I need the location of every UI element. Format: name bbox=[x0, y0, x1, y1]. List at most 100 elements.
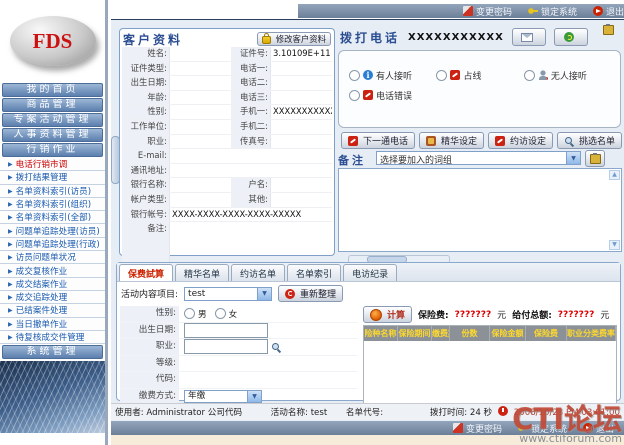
tab[interactable]: 电访纪录 bbox=[343, 264, 397, 281]
field-label: 年龄: bbox=[122, 91, 170, 105]
sidebar-item[interactable]: 名单资料索引(访员) bbox=[0, 185, 105, 198]
sidebar-item[interactable]: 我的首页 bbox=[2, 83, 103, 97]
dial-action-button[interactable]: 精华设定 bbox=[419, 132, 484, 149]
phrase-select[interactable]: 选择要加入的词组 bbox=[376, 151, 581, 165]
gender-label: 性别: bbox=[120, 306, 179, 322]
field-value: XXXX-XXXX-XXXX-XXXX-XXXXX bbox=[170, 208, 332, 222]
sidebar-item[interactable]: 待复核成交件管理 bbox=[0, 331, 105, 344]
radio-circle[interactable] bbox=[524, 70, 535, 81]
redial-button[interactable] bbox=[554, 28, 588, 46]
top-bar-link[interactable]: 退出 bbox=[593, 5, 624, 18]
call-result-option[interactable]: 无人接听 bbox=[524, 65, 611, 85]
message-button[interactable] bbox=[512, 28, 546, 46]
sidebar-item[interactable]: 名单资料索引(全部) bbox=[0, 211, 105, 224]
bottom-bar-link[interactable]: 退出 bbox=[583, 422, 614, 435]
chevron-down-icon[interactable] bbox=[257, 288, 271, 300]
tab-label: 精华名单 bbox=[184, 270, 220, 280]
dial-action-button[interactable]: 挑选名单 bbox=[557, 132, 622, 149]
call-result-option[interactable]: 有人接听 bbox=[349, 65, 436, 85]
bullet-icon bbox=[8, 172, 16, 182]
sidebar-item[interactable]: 已结案件处理 bbox=[0, 304, 105, 317]
sidebar-item[interactable]: 成交追踪处理 bbox=[0, 291, 105, 304]
tab[interactable]: 精华名单 bbox=[175, 264, 229, 281]
edit-customer-button[interactable]: 修改客户资料 bbox=[257, 32, 331, 46]
scroll-down-icon[interactable]: ▼ bbox=[609, 240, 620, 250]
key-icon bbox=[518, 423, 528, 433]
field-value bbox=[271, 62, 332, 76]
logo-oval: FDS bbox=[10, 16, 96, 66]
field-label: 证件类型: bbox=[122, 62, 170, 76]
dial-action-button[interactable]: 下一通电话 bbox=[341, 132, 415, 149]
sidebar-item[interactable]: 成交结案作业 bbox=[0, 278, 105, 291]
sidebar-item[interactable]: 访员问题单状况 bbox=[0, 251, 105, 264]
sidebar-item[interactable]: 行销作业 bbox=[2, 143, 103, 157]
sidebar-item[interactable]: 拨打结果管理 bbox=[0, 171, 105, 184]
pencil-icon bbox=[463, 6, 473, 16]
top-bar-link[interactable]: 锁定系统 bbox=[528, 5, 577, 18]
field-label: 电话三: bbox=[231, 91, 271, 105]
clipboard-icon[interactable] bbox=[603, 25, 614, 35]
sidebar-item[interactable]: 当日撤单作业 bbox=[0, 318, 105, 331]
user-value: Administrator 公司代码 bbox=[146, 408, 242, 418]
sidebar-item[interactable]: 问题单追踪处理(行政) bbox=[0, 238, 105, 251]
search-icon[interactable] bbox=[271, 342, 281, 352]
occupation-input[interactable] bbox=[184, 339, 268, 354]
sidebar-item-label: 访员问题单状况 bbox=[16, 251, 76, 263]
call-result-option[interactable]: 占线 bbox=[436, 65, 523, 85]
calculate-button[interactable]: 计算 bbox=[363, 306, 412, 323]
field-label: 姓名: bbox=[122, 47, 170, 61]
sidebar-item[interactable]: 专案活动管理 bbox=[2, 113, 103, 127]
field-label: 证件号: bbox=[231, 47, 271, 61]
scroll-up-icon[interactable]: ▲ bbox=[609, 170, 620, 180]
bullet-icon bbox=[8, 279, 16, 289]
sidebar-item[interactable]: 商品管理 bbox=[2, 98, 103, 112]
radio-circle[interactable] bbox=[436, 70, 447, 81]
star-icon bbox=[426, 136, 436, 146]
sidebar-item-label: 问题单追踪处理(访员) bbox=[16, 225, 100, 237]
sidebar-nav: 我的首页 商品管理 专案活动管理 人事资料管理 bbox=[0, 83, 105, 359]
call-result-option[interactable]: 电话错误 bbox=[349, 85, 436, 105]
app-window: 变更密码 锁定系统 退出 FDS 我的首页 bbox=[0, 0, 624, 445]
tab[interactable]: 保费試算 bbox=[119, 264, 173, 281]
field-label: E-mail: bbox=[122, 149, 170, 163]
top-bar-link[interactable]: 变更密码 bbox=[463, 5, 512, 18]
tab[interactable]: 约访名单 bbox=[231, 264, 285, 281]
chevron-down-icon[interactable] bbox=[247, 391, 261, 402]
birth-label: 出生日期: bbox=[120, 323, 179, 339]
bottom-bar-link[interactable]: 变更密码 bbox=[453, 422, 502, 435]
bullet-icon bbox=[8, 332, 16, 342]
tab[interactable]: 名单索引 bbox=[287, 264, 341, 281]
activity-select[interactable]: test bbox=[184, 287, 272, 301]
notes-textarea[interactable]: ▲ ▼ bbox=[338, 168, 622, 252]
bottom-bar-link[interactable]: 锁定系统 bbox=[518, 422, 567, 435]
refresh-button[interactable]: 重新整理 bbox=[278, 285, 343, 302]
pay-method-select[interactable]: 年缴 bbox=[184, 390, 262, 403]
dial-action-button[interactable]: 约访设定 bbox=[488, 132, 553, 149]
top-bar: 变更密码 锁定系统 退出 bbox=[298, 4, 624, 18]
redial-icon bbox=[564, 32, 574, 42]
sidebar-item[interactable]: 名单资料索引(组织) bbox=[0, 198, 105, 211]
radio-circle[interactable] bbox=[349, 90, 360, 101]
radio-circle[interactable] bbox=[349, 70, 360, 81]
sidebar-item[interactable]: 人事资料管理 bbox=[2, 128, 103, 142]
female-radio[interactable] bbox=[215, 308, 226, 319]
field-label: 工作单位: bbox=[122, 120, 170, 134]
male-radio[interactable] bbox=[184, 308, 195, 319]
bullet-icon bbox=[8, 319, 16, 329]
customer-info-panel: 客户资料 修改客户资料 姓名: 证件号: 3.10109E+11 证件类型: 电… bbox=[119, 28, 335, 256]
occupation-label: 职业: bbox=[120, 339, 179, 355]
phrase-add-button[interactable] bbox=[585, 150, 605, 167]
sidebar-item-label: 名单资料索引(组织) bbox=[16, 198, 91, 210]
chevron-down-icon[interactable] bbox=[566, 152, 580, 164]
customer-form-row: 帐户类型: 其他: bbox=[122, 193, 332, 208]
sidebar-item[interactable]: 电话行销市调 bbox=[0, 158, 105, 171]
top-bar-link-label: 退出 bbox=[606, 5, 624, 18]
sidebar-item[interactable]: 成交复核作业 bbox=[0, 264, 105, 277]
birth-input[interactable] bbox=[184, 323, 268, 338]
customer-form-row: 姓名: 证件号: 3.10109E+11 bbox=[122, 47, 332, 62]
bullet-icon bbox=[8, 252, 16, 262]
sidebar-item[interactable]: 问题单追踪处理(访员) bbox=[0, 224, 105, 237]
table-header-cell: 保险金额 bbox=[490, 326, 526, 341]
sidebar-item[interactable]: 系统管理 bbox=[2, 345, 103, 359]
payout-label: 给付总额: bbox=[512, 308, 552, 321]
